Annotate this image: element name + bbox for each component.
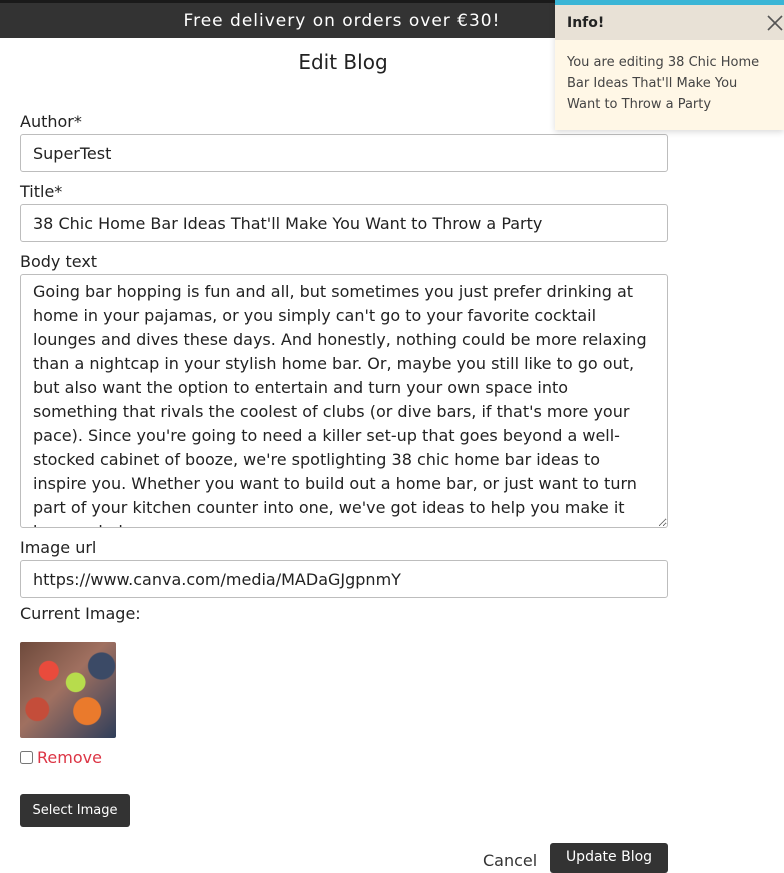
title-field[interactable] [20,204,668,242]
remove-image-label[interactable]: Remove [37,748,102,767]
author-label: Author* [20,112,82,131]
cancel-link[interactable]: Cancel [483,851,537,870]
current-image-thumbnail [20,642,116,738]
remove-image-row: Remove [20,748,102,767]
close-icon[interactable] [766,14,784,32]
image-url-label: Image url [20,538,97,557]
current-image-label: Current Image: [20,604,141,623]
author-field[interactable] [20,134,668,172]
body-text-label: Body text [20,252,98,271]
toast-message: You are editing 38 Chic Home Bar Ideas T… [567,55,760,112]
delivery-banner-text: Free delivery on orders over €30! [183,10,501,31]
image-url-field[interactable] [20,560,668,598]
select-image-button[interactable]: Select Image [20,794,130,827]
toast-title: Info! [567,14,605,31]
info-toast: Info! You are editing 38 Chic Home Bar I… [555,0,784,130]
update-blog-button[interactable]: Update Blog [550,843,668,873]
body-text-field[interactable]: Going bar hopping is fun and all, but so… [20,274,668,528]
toast-header: Info! [555,5,784,40]
remove-image-checkbox[interactable] [20,751,33,764]
title-label: Title* [20,182,63,201]
